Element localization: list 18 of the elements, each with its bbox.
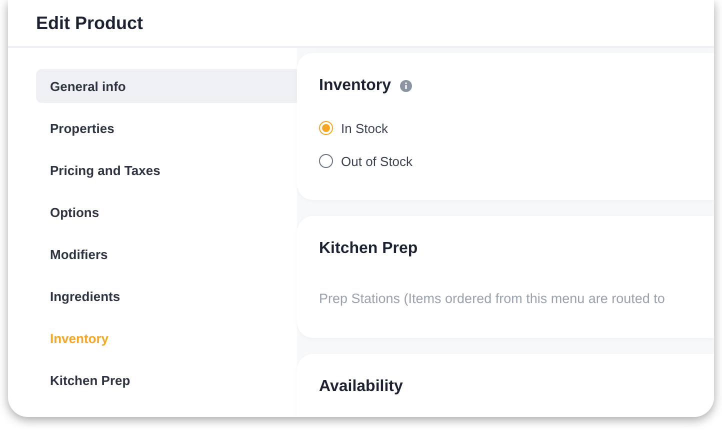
sidebar-item-label: Ingredients xyxy=(50,288,120,304)
sidebar-item-label: Options xyxy=(50,204,100,220)
radio-button[interactable] xyxy=(319,154,333,168)
radio-label: Out of Stock xyxy=(341,154,413,168)
sidebar-item-label: General info xyxy=(50,78,126,94)
sidebar-item[interactable]: General info xyxy=(36,69,297,103)
section-title: Inventory xyxy=(319,77,392,95)
sidebar-item-label: Properties xyxy=(50,120,114,136)
section-title: Kitchen Prep xyxy=(319,240,418,258)
sidebar-item-label: Kitchen Prep xyxy=(50,372,130,388)
radio-button[interactable] xyxy=(319,121,333,135)
sidebar-item-label: Inventory xyxy=(50,330,109,346)
radio-label: In Stock xyxy=(341,120,388,136)
section-description: Prep Stations (Items ordered from this menu are routed to xyxy=(319,291,666,308)
sidebar-item-label: Modifiers xyxy=(50,246,108,262)
section-title: Availability xyxy=(319,378,403,396)
window-title: Edit Product xyxy=(36,12,143,34)
sidebar-item-label: Pricing and Taxes xyxy=(50,162,160,178)
